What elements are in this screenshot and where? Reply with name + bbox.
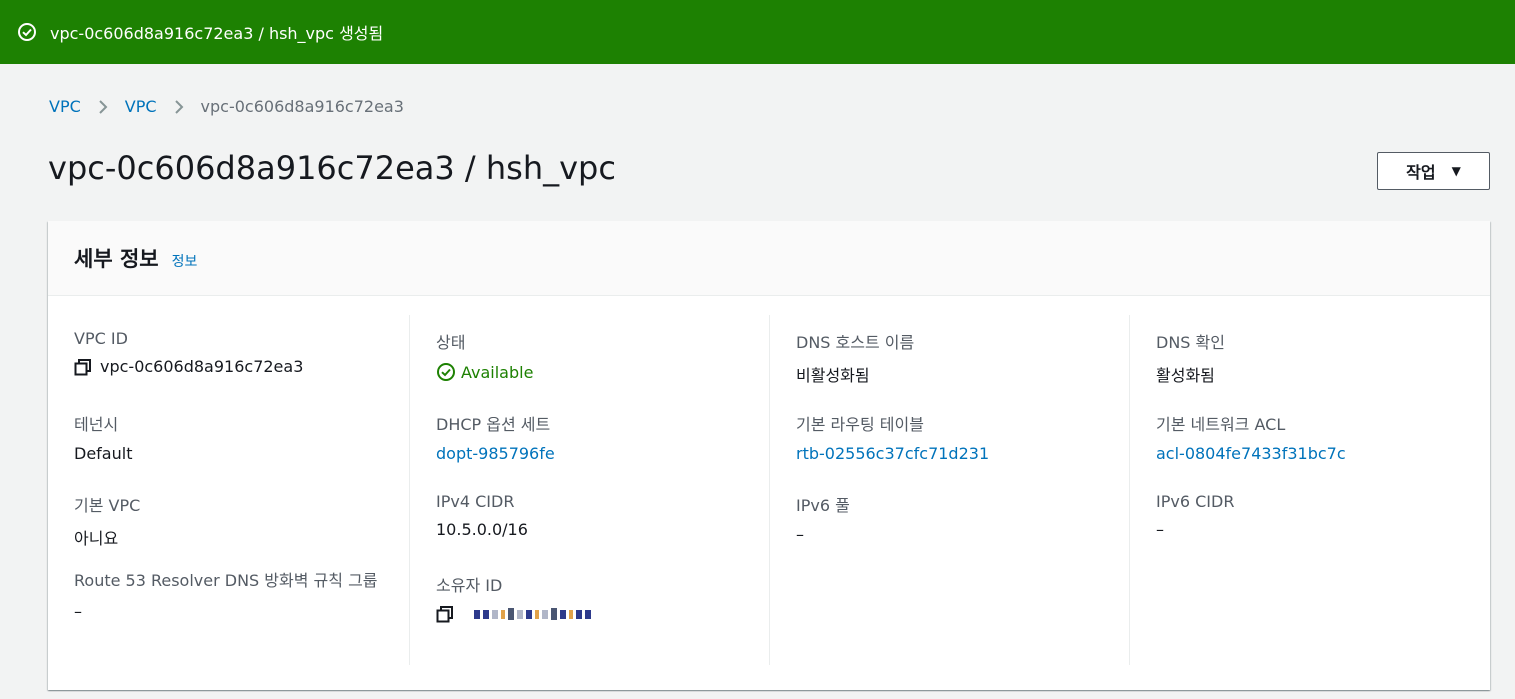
ipv4-cidr-label: IPv4 CIDR: [436, 492, 515, 511]
actions-button[interactable]: 작업 ▼: [1377, 152, 1490, 190]
vpc-id-value-row: vpc-0c606d8a916c72ea3: [74, 357, 303, 376]
tenancy-field: 테넌시 Default: [74, 411, 132, 463]
info-link[interactable]: 정보: [172, 251, 198, 271]
tenancy-value: Default: [74, 444, 133, 463]
breadcrumb-item-vpc-console[interactable]: VPC: [49, 97, 81, 116]
details-title: 세부 정보: [74, 247, 159, 271]
caret-down-icon: ▼: [1451, 164, 1461, 178]
main-route-table-label: 기본 라우팅 테이블: [796, 415, 924, 434]
main-route-table-link[interactable]: rtb-02556c37cfc71d231: [796, 444, 989, 463]
ipv6-cidr-field: IPv6 CIDR –: [1156, 492, 1234, 539]
details-grid: VPC ID vpc-0c606d8a916c72ea3 테넌시 Default…: [48, 315, 1490, 665]
details-column-1: VPC ID vpc-0c606d8a916c72ea3 테넌시 Default…: [48, 315, 408, 665]
dns-resolution-value: 활성화됨: [1156, 366, 1215, 385]
dns-hostnames-label: DNS 호스트 이름: [796, 333, 915, 352]
actions-button-label: 작업: [1406, 163, 1436, 182]
main-network-acl-field: 기본 네트워크 ACL acl-0804fe7433f31bc7c: [1156, 411, 1346, 463]
dhcp-options-label: DHCP 옵션 세트: [436, 415, 551, 434]
check-circle-icon: [436, 362, 456, 382]
resolver-firewall-label: Route 53 Resolver DNS 방화벽 규칙 그룹: [74, 571, 378, 590]
success-flash-banner: vpc-0c606d8a916c72ea3 / hsh_vpc 생성됨: [0, 0, 1515, 64]
ipv6-pool-field: IPv6 풀 –: [796, 492, 850, 544]
dhcp-options-link[interactable]: dopt-985796fe: [436, 444, 555, 463]
vpc-id-label: VPC ID: [74, 329, 128, 348]
vpc-id-field: VPC ID vpc-0c606d8a916c72ea3: [74, 329, 303, 376]
chevron-right-icon: [157, 99, 201, 115]
ipv6-cidr-label: IPv6 CIDR: [1156, 492, 1235, 511]
resolver-firewall-value: –: [74, 602, 82, 621]
chevron-right-icon: [81, 99, 125, 115]
details-column-3: DNS 호스트 이름 비활성화됨 기본 라우팅 테이블 rtb-02556c37…: [769, 315, 1129, 665]
breadcrumb: VPC VPC vpc-0c606d8a916c72ea3: [49, 97, 404, 116]
state-value: Available: [461, 362, 534, 382]
breadcrumb-current: vpc-0c606d8a916c72ea3: [200, 97, 404, 116]
default-vpc-field: 기본 VPC 아니요: [74, 492, 140, 549]
flash-message: vpc-0c606d8a916c72ea3 / hsh_vpc 생성됨: [50, 24, 384, 43]
dns-resolution-label: DNS 확인: [1156, 333, 1225, 352]
dns-resolution-field: DNS 확인 활성화됨: [1156, 329, 1225, 386]
details-column-4: DNS 확인 활성화됨 기본 네트워크 ACL acl-0804fe7433f3…: [1129, 315, 1489, 665]
ipv6-cidr-value: –: [1156, 520, 1164, 539]
breadcrumb-item-vpc-list[interactable]: VPC: [125, 97, 157, 116]
copy-icon[interactable]: [436, 605, 454, 623]
main-network-acl-link[interactable]: acl-0804fe7433f31bc7c: [1156, 444, 1346, 463]
default-vpc-value: 아니요: [74, 529, 119, 548]
resolver-firewall-field: Route 53 Resolver DNS 방화벽 규칙 그룹 –: [74, 569, 384, 621]
copy-icon[interactable]: [74, 358, 92, 376]
default-vpc-label: 기본 VPC: [74, 496, 141, 515]
ipv6-pool-value: –: [796, 525, 804, 544]
state-label: 상태: [436, 333, 466, 352]
details-column-2: 상태 Available DHCP 옵션 세트 dopt-985796fe IP…: [409, 315, 769, 665]
dhcp-options-field: DHCP 옵션 세트 dopt-985796fe: [436, 411, 555, 463]
main-route-table-field: 기본 라우팅 테이블 rtb-02556c37cfc71d231: [796, 411, 989, 463]
state-field: 상태 Available: [436, 329, 533, 382]
main-network-acl-label: 기본 네트워크 ACL: [1156, 415, 1286, 434]
details-panel: 세부 정보 정보 VPC ID vpc-0c606d8a916c72ea3 테넌…: [48, 221, 1490, 690]
dns-hostnames-field: DNS 호스트 이름 비활성화됨: [796, 329, 914, 386]
ipv4-cidr-value: 10.5.0.0/16: [436, 520, 528, 539]
ipv4-cidr-field: IPv4 CIDR 10.5.0.0/16: [436, 492, 528, 539]
vpc-id-value: vpc-0c606d8a916c72ea3: [100, 357, 304, 376]
page-title: vpc-0c606d8a916c72ea3 / hsh_vpc: [48, 149, 616, 187]
owner-id-label: 소유자 ID: [436, 576, 503, 595]
tenancy-label: 테넌시: [74, 415, 119, 434]
dns-hostnames-value: 비활성화됨: [796, 366, 870, 385]
details-panel-header: 세부 정보 정보: [48, 221, 1490, 296]
owner-id-value-row: [436, 605, 591, 623]
redacted-owner-id: [474, 608, 591, 620]
check-circle-icon: [17, 22, 37, 42]
state-value-row: Available: [436, 362, 533, 382]
owner-id-field: 소유자 ID: [436, 572, 591, 623]
ipv6-pool-label: IPv6 풀: [796, 496, 850, 515]
